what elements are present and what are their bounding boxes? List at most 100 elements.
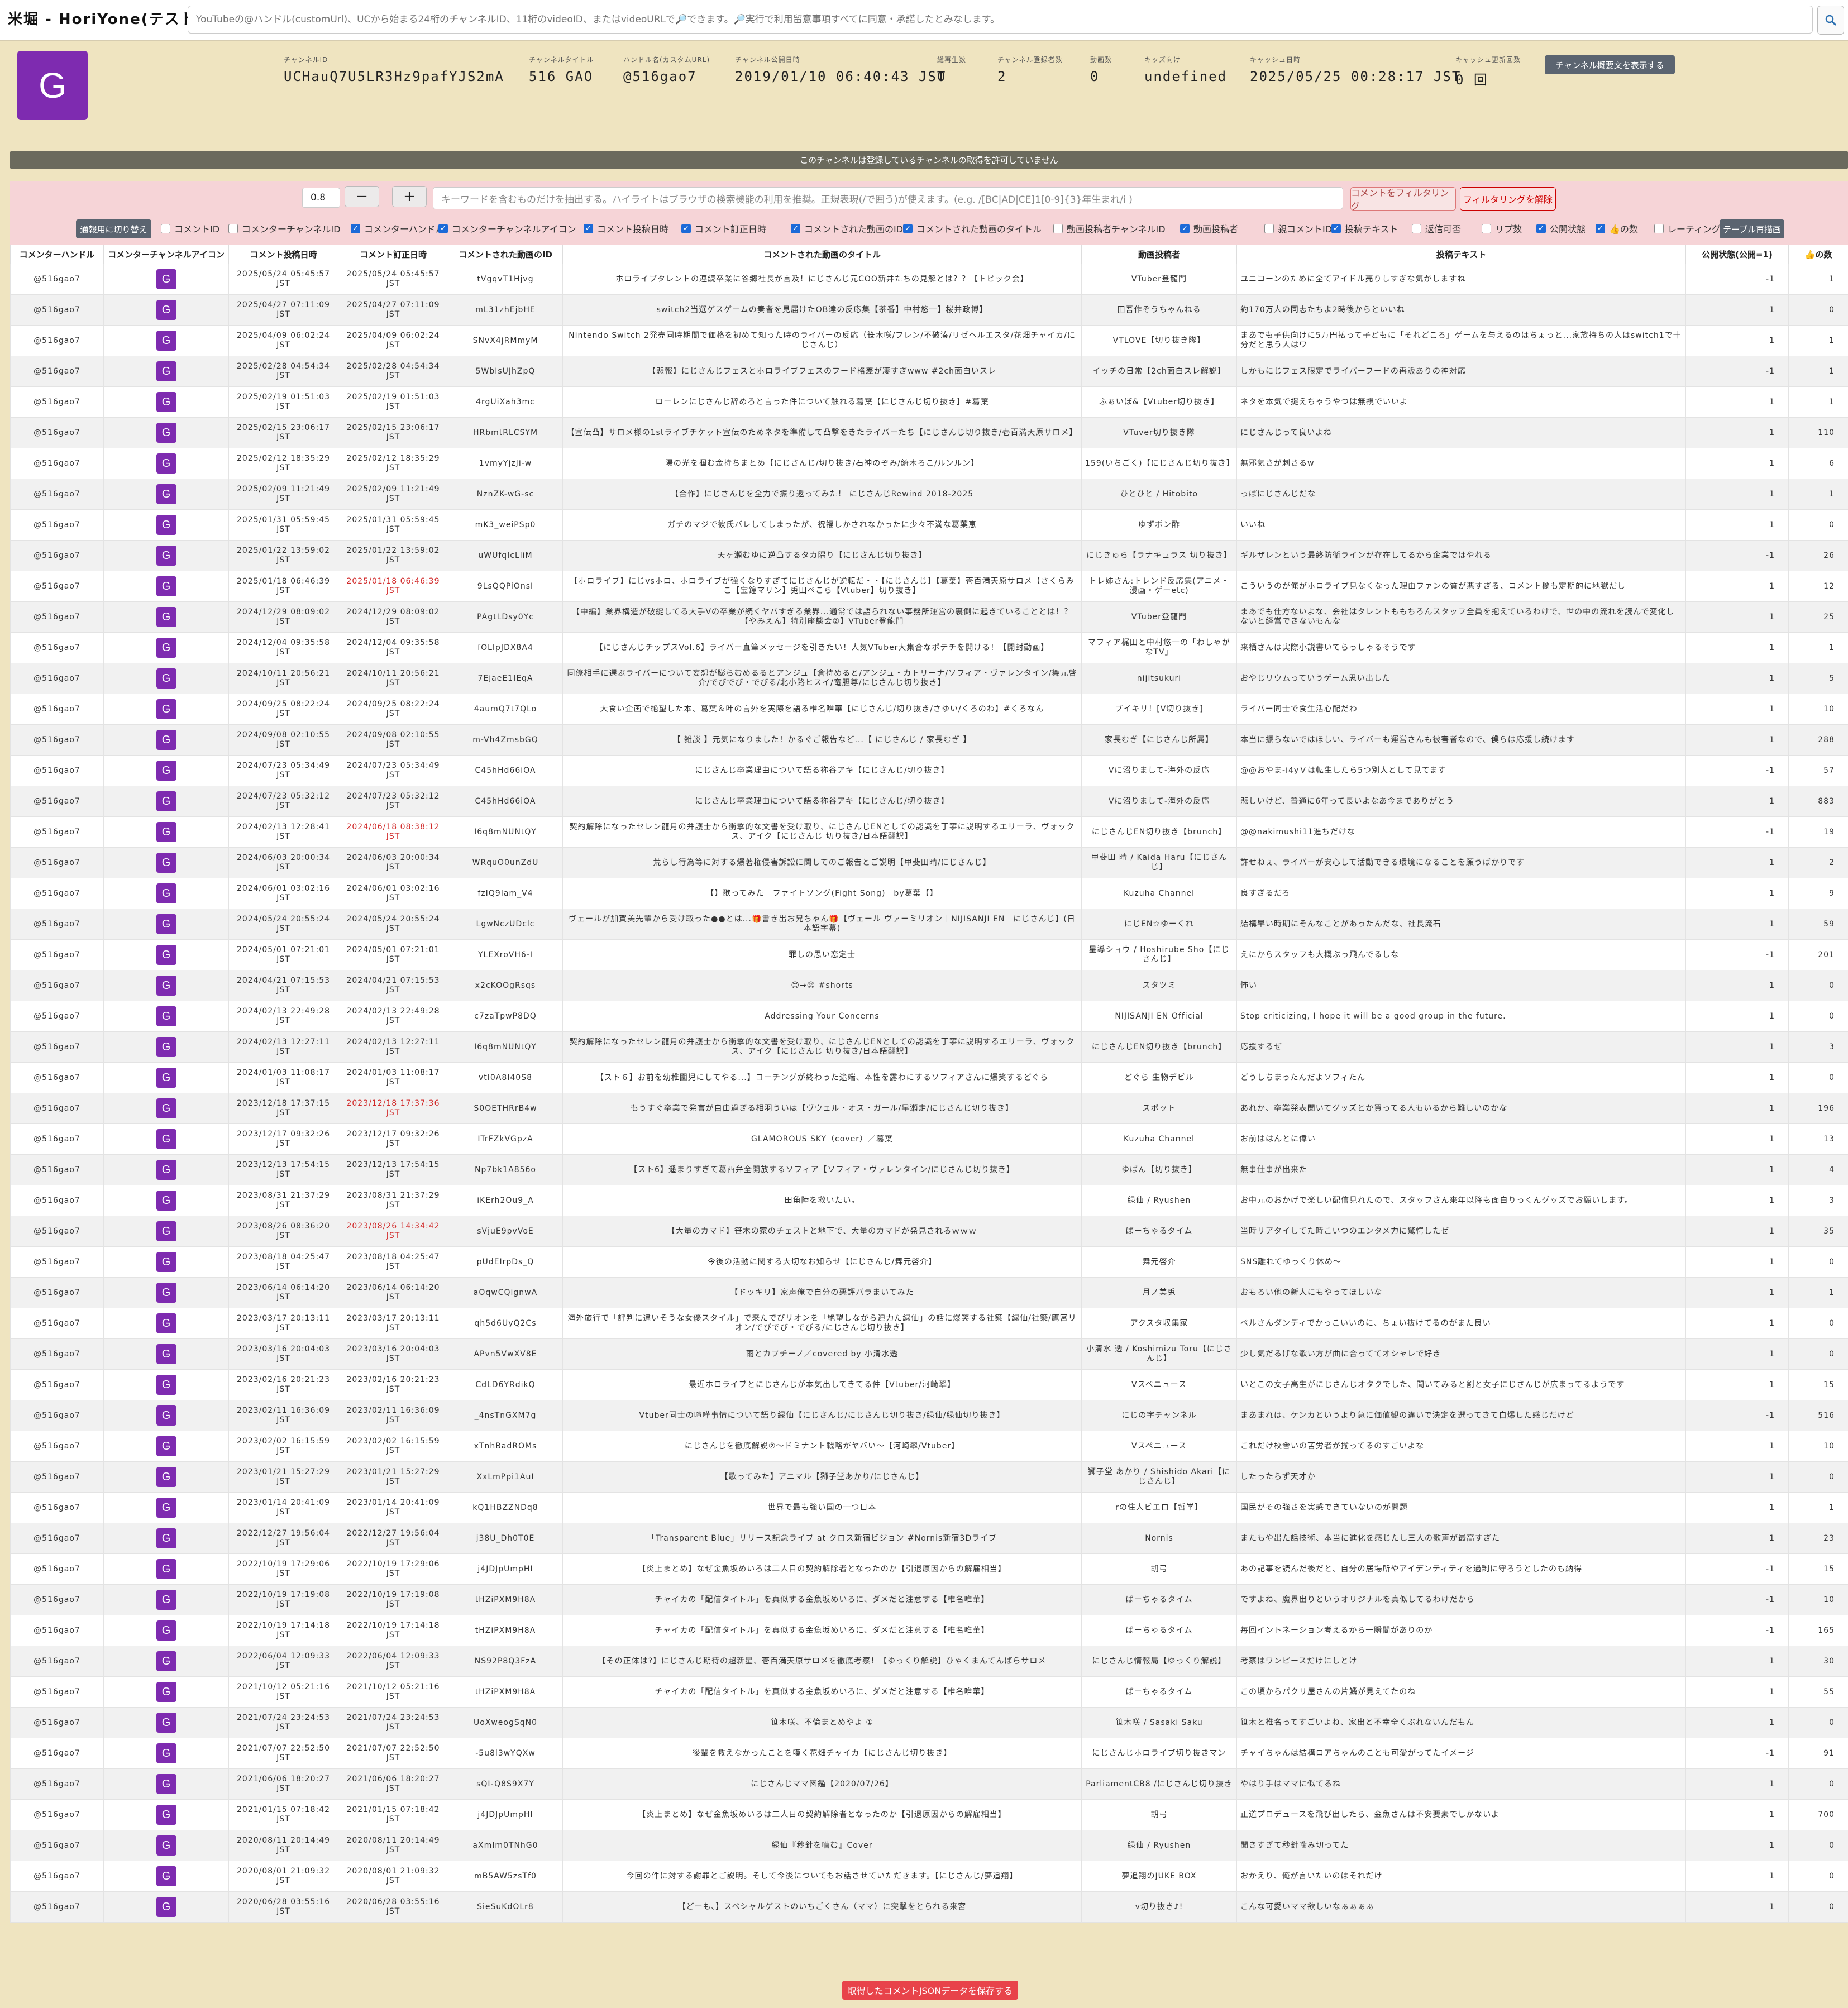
column-toggle-checkbox[interactable]: ✓ コメント訂正日時	[681, 221, 766, 236]
video-title-cell[interactable]: 【中編】業界構造が破綻してる大手Vの卒業が続くヤバすぎる業界...通常では語られ…	[562, 601, 1082, 633]
video-id-cell[interactable]: aOqwCQignwA	[448, 1277, 563, 1308]
column-header[interactable]: コメンターチャンネルアイコン	[103, 245, 229, 264]
column-header[interactable]: 公開状態(公開=1)	[1685, 245, 1789, 264]
video-title-cell[interactable]: ガチのマジで彼氏バレしてしまったが、祝福しかされなかったに少々不満な葛葉恵	[562, 509, 1082, 541]
video-title-cell[interactable]: switch2当選ゲスゲームの奏者を見届けたOB達の反応集【茶番】中村悠一】桜井…	[562, 294, 1082, 326]
video-id-cell[interactable]: I6q8mNUNtQY	[448, 1031, 563, 1063]
video-id-cell[interactable]: UoXweogSqN0	[448, 1707, 563, 1738]
video-id-cell[interactable]: 4rgUiXah3mc	[448, 386, 563, 418]
video-title-cell[interactable]: 【】歌ってみた ファイトソング(Fight Song) by葛葉【】	[562, 878, 1082, 909]
video-title-cell[interactable]: 契約解除になったセレン龍月の弁護士から衝撃的な文書を受け取り、にじさんじENとし…	[562, 1031, 1082, 1063]
video-title-cell[interactable]: 【歌ってみた】アニマル【獅子堂あかり/にじさんじ】	[562, 1461, 1082, 1493]
video-title-cell[interactable]: 大食い企画で絶望した本、葛葉＆叶の言外を実際を語る椎名唯華【にじさんじ/切り抜き…	[562, 694, 1082, 725]
video-title-cell[interactable]: 【合作】にじさんじを全力で振り返ってみた！ にじさんじRewind 2018-2…	[562, 479, 1082, 510]
column-toggle-checkbox[interactable]: リプ数	[1482, 221, 1522, 236]
video-title-cell[interactable]: 【ホロライブ】にじvsホロ、ホロライブが強くなりすぎてにじさんじが逆転だ・・【に…	[562, 571, 1082, 602]
column-header[interactable]: 動画投稿者	[1081, 245, 1237, 264]
video-title-cell[interactable]: 同僚相手に選ぶライバーについて妄想が膨らむめるるとアンジュ【倉持めると/アンジュ…	[562, 663, 1082, 694]
video-id-cell[interactable]: tHZiPXM9H8A	[448, 1676, 563, 1708]
clear-filter-button[interactable]: フィルタリングを解除	[1460, 187, 1556, 211]
video-id-cell[interactable]: mL31zhEjbHE	[448, 294, 563, 326]
column-header[interactable]: コメンターハンドル	[10, 245, 104, 264]
video-id-cell[interactable]: C45hHd66iOA	[448, 786, 563, 817]
video-title-cell[interactable]: 笹木咲、不倫まとめやよ ①	[562, 1707, 1082, 1738]
video-title-cell[interactable]: Nintendo Switch 2発売同時期間で価格を初めて知った時のライバーの…	[562, 325, 1082, 356]
video-id-cell[interactable]: SNvX4jRMmyM	[448, 325, 563, 356]
video-id-cell[interactable]: j4JDJpUmpHI	[448, 1553, 563, 1585]
video-id-cell[interactable]: SieSuKdOLr8	[448, 1891, 563, 1923]
search-input[interactable]	[188, 6, 1813, 34]
video-id-cell[interactable]: mK3_weiPSp0	[448, 509, 563, 541]
video-id-cell[interactable]: ITrFZkVGpzA	[448, 1123, 563, 1155]
save-json-button[interactable]: 取得したコメントJSONデータを保存する	[842, 1981, 1018, 2000]
video-id-cell[interactable]: APvn5VwXV8E	[448, 1338, 563, 1370]
video-id-cell[interactable]: -5u8l3wYQXw	[448, 1738, 563, 1769]
show-description-button[interactable]: チャンネル概要文を表示する	[1545, 55, 1675, 74]
threshold-increase-button[interactable]: +	[392, 186, 427, 207]
threshold-decrease-button[interactable]: −	[345, 186, 379, 207]
video-id-cell[interactable]: j38U_Dh0T0E	[448, 1523, 563, 1554]
video-title-cell[interactable]: 緑仙『秒針を噛む』Cover	[562, 1830, 1082, 1861]
video-title-cell[interactable]: 【スト６】お前を幼稚園児にしてやる...】コーチングが終わった途端、本性を露わに…	[562, 1062, 1082, 1093]
video-title-cell[interactable]: 契約解除になったセレン龍月の弁護士から衝撃的な文書を受け取り、にじさんじENとし…	[562, 816, 1082, 848]
video-title-cell[interactable]: にじさんじ卒業理由について語る祢谷アキ【にじさんじ/切り抜き】	[562, 755, 1082, 786]
column-toggle-checkbox[interactable]: ✓ 動画投稿者	[1180, 221, 1238, 236]
video-title-cell[interactable]: 荒らし行為等に対する爆著権侵害訴訟に関してのご報告とご説明【甲斐田晴/にじさんじ…	[562, 847, 1082, 878]
keyword-filter-input[interactable]: キーワードを含むものだけを抽出する。ハイライトはブラウザの検索機能の利用を推奨。…	[433, 187, 1343, 209]
video-id-cell[interactable]: NS92P8Q3FzA	[448, 1646, 563, 1677]
column-header[interactable]: コメントされた動画のタイトル	[562, 245, 1082, 264]
video-title-cell[interactable]: 【スト6】遥まりすぎて葛西弁全開放するソフィア【ソフィア・ヴァレンタイン/にじさ…	[562, 1154, 1082, 1185]
video-title-cell[interactable]: 世界で最も強い国の一つ日本	[562, 1492, 1082, 1523]
column-toggle-checkbox[interactable]: コメンターチャンネルID	[228, 221, 341, 236]
video-id-cell[interactable]: sQI-Q8S9X7Y	[448, 1768, 563, 1800]
video-id-cell[interactable]: Np7bk1A856o	[448, 1154, 563, 1185]
column-toggle-checkbox[interactable]: ✓ コメントされた動画のタイトル	[903, 221, 1042, 236]
video-id-cell[interactable]: I6q8mNUNtQY	[448, 816, 563, 848]
column-header[interactable]: コメントされた動画のID	[448, 245, 563, 264]
video-title-cell[interactable]: チャイカの「配信タイトル」を真似する金魚坂めいろに、ダメだと注意する【椎名唯華】	[562, 1615, 1082, 1646]
video-id-cell[interactable]: m-Vh4ZmsbGQ	[448, 724, 563, 756]
video-title-cell[interactable]: 【にじさんじチップスVol.6】ライバー直筆メッセージを引きたい！人気VTube…	[562, 632, 1082, 663]
redraw-table-button[interactable]: テーブル再描画	[1720, 219, 1784, 238]
video-title-cell[interactable]: 【悲報】にじさんじフェスとホロライブフェスのフード格差が凄すぎwww #2ch面…	[562, 356, 1082, 387]
video-title-cell[interactable]: チャイカの「配信タイトル」を真似する金魚坂めいろに、ダメだと注意する【椎名唯華】	[562, 1584, 1082, 1615]
video-id-cell[interactable]: XxLmPpi1AuI	[448, 1461, 563, 1493]
video-title-cell[interactable]: にじさんじ卒業理由について語る祢谷アキ【にじさんじ/切り抜き】	[562, 786, 1082, 817]
video-title-cell[interactable]: 今後の活動に関する大切なお知らせ【にじさんじ/舞元啓介】	[562, 1246, 1082, 1278]
column-toggle-checkbox[interactable]: ✓ 👍の数	[1596, 221, 1638, 236]
video-id-cell[interactable]: uWUfqIcLliM	[448, 540, 563, 571]
video-id-cell[interactable]: tHZiPXM9H8A	[448, 1615, 563, 1646]
video-id-cell[interactable]: fOLIpJDX8A4	[448, 632, 563, 663]
column-toggle-checkbox[interactable]: ✓ コメンターチャンネルアイコン	[438, 221, 576, 236]
video-id-cell[interactable]: WRquO0unZdU	[448, 847, 563, 878]
video-title-cell[interactable]: 今回の件に対する謝罪とご説明。そして今後についてもお話させていただきます。【にじ…	[562, 1861, 1082, 1892]
video-title-cell[interactable]: ヴェールが加賀美先輩から受け取った●●とは...🎁書き出お兄ちゃん🎁【ヴェール …	[562, 909, 1082, 940]
video-id-cell[interactable]: kQ1HBZZNDq8	[448, 1492, 563, 1523]
column-header[interactable]: 👍の数	[1788, 245, 1848, 264]
video-title-cell[interactable]: 田角陸を救いたい。	[562, 1185, 1082, 1216]
column-toggle-checkbox[interactable]: 親コメントID	[1264, 221, 1332, 236]
video-title-cell[interactable]: 「Transparent Blue」リリース記念ライブ at クロス新宿ビジョン…	[562, 1523, 1082, 1554]
report-mode-button[interactable]: 通報用に切り替え	[76, 219, 151, 238]
video-id-cell[interactable]: iKErh2Ou9_A	[448, 1185, 563, 1216]
column-toggle-checkbox[interactable]: ✓ コメントされた動画のID	[791, 221, 903, 236]
threshold-input[interactable]: 0.8	[302, 188, 340, 208]
video-title-cell[interactable]: GLAMOROUS SKY（cover）／葛葉	[562, 1123, 1082, 1155]
column-toggle-checkbox[interactable]: ✓ コメント投稿日時	[584, 221, 668, 236]
video-id-cell[interactable]: j4JDJpUmpHI	[448, 1799, 563, 1830]
video-title-cell[interactable]: 【 雑談 】元気になりました！かるぐご報告など...【 にじさんじ / 家長むぎ…	[562, 724, 1082, 756]
column-toggle-checkbox[interactable]: レーティング	[1654, 221, 1721, 236]
video-title-cell[interactable]: にじさんじママ図鑑【2020/07/26】	[562, 1768, 1082, 1800]
video-id-cell[interactable]: xTnhBadROMs	[448, 1431, 563, 1462]
video-title-cell[interactable]: 海外旅行で「評判に違いそうな女優スタイル」で来たでびリオンを「絶望しながら迫力た…	[562, 1308, 1082, 1339]
video-id-cell[interactable]: vtI0A8I40S8	[448, 1062, 563, 1093]
video-title-cell[interactable]: 天ヶ瀬むゆに逆凸するタカ隅り【にじさんじ切り抜き】	[562, 540, 1082, 571]
video-title-cell[interactable]: もうすぐ卒業で発言が自由過ぎる相羽ういは【ヴウェル・オス・ガール/早瀬走/にじさ…	[562, 1093, 1082, 1124]
column-toggle-checkbox[interactable]: ✓ 投稿テキスト	[1331, 221, 1398, 236]
video-id-cell[interactable]: sVjuE9pvVoE	[448, 1216, 563, 1247]
column-header[interactable]: コメント投稿日時	[228, 245, 338, 264]
video-id-cell[interactable]: 4aumQ7t7QLo	[448, 694, 563, 725]
video-title-cell[interactable]: 最近ホロライブとにじさんじが本気出してきてる件【Vtuber/河崎翆】	[562, 1369, 1082, 1400]
video-id-cell[interactable]: HRbmtRLCSYM	[448, 417, 563, 448]
video-id-cell[interactable]: 9LsQQPiOnsI	[448, 571, 563, 602]
